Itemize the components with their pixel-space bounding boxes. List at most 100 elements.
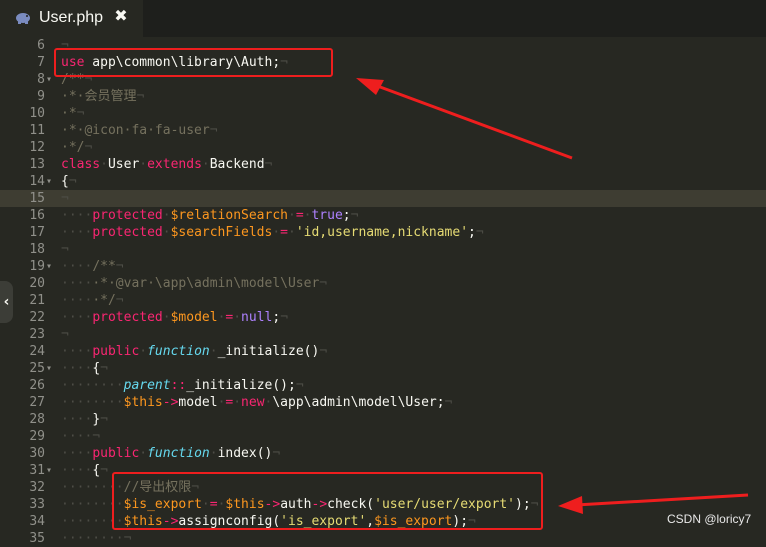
code-token: ·*/ xyxy=(92,293,116,308)
code-line[interactable]: 21 ·····*/¬ xyxy=(0,292,766,309)
code-line[interactable]: 12 ·*/¬ xyxy=(0,139,766,156)
code-token: { xyxy=(61,174,69,189)
code-line[interactable]: 23 ¬ xyxy=(0,326,766,343)
code-token: ¬ xyxy=(76,106,85,121)
code-token: · xyxy=(100,157,108,172)
line-number: 23 xyxy=(29,327,45,342)
code-token: ¬ xyxy=(100,412,108,427)
code-token: ; xyxy=(272,310,281,325)
code-token: extends xyxy=(147,157,202,172)
code-token: } xyxy=(92,412,101,427)
line-number: 11 xyxy=(29,123,45,138)
line-code: ····protected·$model·=·null;¬ xyxy=(61,309,288,326)
code-token: ¬ xyxy=(319,344,328,359)
code-token: ¬ xyxy=(115,259,124,274)
line-number: 6 xyxy=(37,38,45,53)
code-token: ·*·@icon·fa·fa-user xyxy=(61,123,210,138)
line-code: ·····*/¬ xyxy=(61,292,124,309)
code-token: _initialize() xyxy=(217,344,320,359)
line-number: 13 xyxy=(29,157,45,172)
php-elephant-icon xyxy=(15,10,31,29)
fold-chevron-icon[interactable]: ▾ xyxy=(46,258,56,275)
close-icon[interactable]: ✖ xyxy=(112,7,130,25)
code-line[interactable]: 29 ····¬ xyxy=(0,428,766,445)
code-token: ¬ xyxy=(100,361,108,376)
code-token: ; xyxy=(468,225,476,240)
code-token: _initialize(); xyxy=(186,378,296,393)
line-number: 18 xyxy=(29,242,45,257)
code-editor[interactable]: 6 ¬ 7 use app\common\library\Auth;¬ 8 ▾/**¬ 9 ·… xyxy=(0,37,766,546)
line-code: ····}¬ xyxy=(61,411,108,428)
code-token: ¬ xyxy=(61,242,69,257)
code-token: protected xyxy=(92,225,163,240)
code-token: ¬ xyxy=(115,293,124,308)
tab-bar: User.php ✖ xyxy=(0,0,766,37)
line-code: ····protected·$searchFields·=·'id,userna… xyxy=(61,224,484,241)
code-token: ·* xyxy=(61,106,77,121)
line-code: ·*¬ xyxy=(61,105,84,122)
code-line[interactable]: 13 class·User·extends·Backend¬ xyxy=(0,156,766,173)
code-line[interactable]: 19 ▾ ····/**¬ xyxy=(0,258,766,275)
code-token: · xyxy=(162,225,171,240)
code-line[interactable]: 9 ·*·会员管理¬ xyxy=(0,88,766,105)
line-code: ¬ xyxy=(61,241,69,258)
fold-chevron-icon[interactable]: ▾ xyxy=(46,462,56,479)
code-token: function xyxy=(147,446,210,461)
code-token: · xyxy=(139,446,148,461)
code-token: ···· xyxy=(61,293,93,308)
code-token: ········ xyxy=(61,378,124,393)
code-line[interactable]: 28 ····}¬ xyxy=(0,411,766,428)
code-line[interactable]: 10 ·*¬ xyxy=(0,105,766,122)
line-number: 35 xyxy=(29,531,45,546)
code-token: -> xyxy=(162,395,179,410)
code-token: · xyxy=(233,395,242,410)
code-line[interactable]: 27 ········$this->model·=·new·\app\admin\… xyxy=(0,394,766,411)
code-token: $model xyxy=(170,310,218,325)
code-token: Backend xyxy=(209,157,265,172)
line-code: ¬ xyxy=(61,190,69,207)
fold-chevron-icon[interactable]: ▾ xyxy=(46,360,56,377)
code-token: · xyxy=(209,446,218,461)
code-line[interactable]: 15 ¬ xyxy=(0,190,766,207)
code-line[interactable]: 30 ····public·function·index()¬ xyxy=(0,445,766,462)
code-token: ¬ xyxy=(350,208,359,223)
fold-chevron-icon[interactable]: ▾ xyxy=(46,173,56,190)
line-code: ········¬ xyxy=(61,530,131,547)
code-token: \app\admin\model\User; xyxy=(272,395,445,410)
code-token: · xyxy=(288,208,296,223)
code-token: ¬ xyxy=(100,463,108,478)
code-token: · xyxy=(139,157,148,172)
code-token: · xyxy=(162,208,171,223)
code-token: true xyxy=(311,208,343,223)
code-token: · xyxy=(139,344,148,359)
code-token: · xyxy=(288,225,296,240)
tab-user-php[interactable]: User.php ✖ xyxy=(0,0,143,37)
code-token: ¬ xyxy=(444,395,453,410)
code-token: User xyxy=(107,157,140,172)
code-token: ·*/ xyxy=(61,140,85,155)
line-code: ····public·function·index()¬ xyxy=(61,445,280,462)
code-token: ········ xyxy=(61,395,124,410)
code-line[interactable]: 22 ····protected·$model·=·null;¬ xyxy=(0,309,766,326)
line-code: class·User·extends·Backend¬ xyxy=(61,156,272,173)
code-line[interactable]: 16 ····protected·$relationSearch·=·true;¬ xyxy=(0,207,766,224)
code-line[interactable]: 26 ········parent::_initialize();¬ xyxy=(0,377,766,394)
line-code: ········$this->model·=·new·\app\admin\mo… xyxy=(61,394,452,411)
code-line[interactable]: 14 ▾ {¬ xyxy=(0,173,766,190)
code-line[interactable]: 11 ·*·@icon·fa·fa-user¬ xyxy=(0,122,766,139)
code-line[interactable]: 18 ¬ xyxy=(0,241,766,258)
code-token: = xyxy=(280,225,288,240)
code-token: ···· xyxy=(61,259,93,274)
code-line[interactable]: 20 ·····*·@var·\app\admin\model\User¬ xyxy=(0,275,766,292)
code-token: { xyxy=(92,361,101,376)
code-line[interactable]: 35 ········¬ xyxy=(0,530,766,547)
line-number: 32 xyxy=(29,480,45,495)
line-number: 26 xyxy=(29,378,45,393)
code-token: ···· xyxy=(61,446,93,461)
code-line[interactable]: 17 ····protected·$searchFields·=·'id,user… xyxy=(0,224,766,241)
code-token: null xyxy=(241,310,273,325)
sidebar-toggle-chevron-icon[interactable]: ‹ xyxy=(0,281,13,323)
code-line[interactable]: 25 ▾ ····{¬ xyxy=(0,360,766,377)
line-number: 31 xyxy=(29,463,45,478)
code-line[interactable]: 24 ····public·function·_initialize()¬ xyxy=(0,343,766,360)
